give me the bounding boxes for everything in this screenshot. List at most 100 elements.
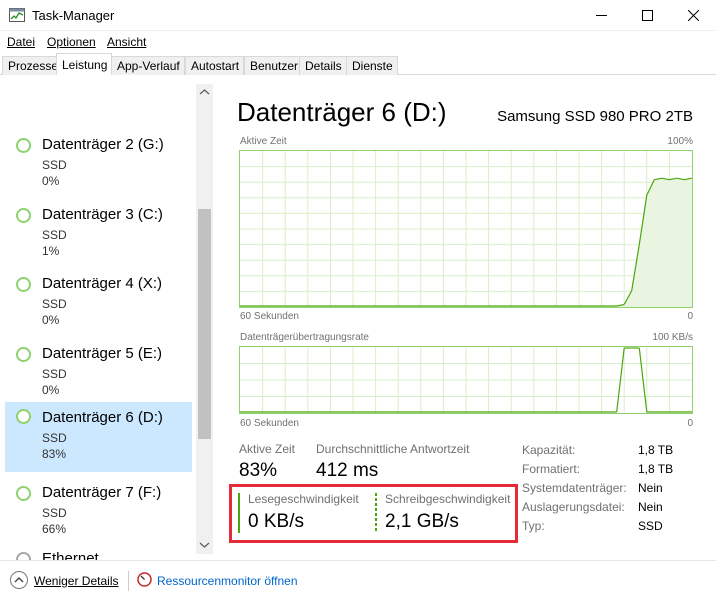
response-time-label: Durchschnittliche Antwortzeit (316, 442, 470, 456)
minimize-button[interactable] (578, 0, 624, 31)
chart2-time-label: 60 Sekunden (240, 418, 299, 429)
tab-benutzer[interactable]: Benutzer (244, 56, 304, 75)
sidebar-item-type: SSD (42, 228, 67, 242)
sidebar-item-name: Ethernet (42, 550, 99, 560)
write-indicator-line (375, 493, 377, 533)
footer-bar: Weniger Details Ressourcenmonitor öffnen (0, 560, 716, 603)
close-button[interactable] (670, 0, 716, 31)
active-time-value: 83% (239, 460, 278, 481)
sidebar-item-value: 83% (42, 447, 67, 461)
type-value: SSD (638, 519, 663, 533)
sidebar-item-disk-6[interactable]: Datenträger 6 (D:) SSD 83% (5, 402, 192, 472)
response-time-value: 412 ms (316, 460, 379, 481)
disk-status-icon (16, 208, 31, 223)
chart1-max-label: 100% (667, 136, 693, 147)
sidebar-item-disk-3[interactable]: Datenträger 3 (C:) SSD 1% (5, 200, 192, 270)
sidebar-item-type: SSD (42, 431, 67, 445)
active-time-chart-svg (240, 151, 692, 307)
speed-highlight-box: Lesegeschwindigkeit 0 KB/s Schreibgeschw… (229, 484, 518, 543)
sidebar-item-disk-1[interactable]: SSD (5, 75, 192, 97)
sidebar-item-value: 0% (42, 383, 60, 397)
chart1-min-label: 0 (687, 311, 693, 322)
sidebar-scrollbar[interactable] (196, 84, 213, 554)
disk-status-icon (16, 347, 31, 362)
sidebar-item-name: Datenträger 5 (E:) (42, 345, 163, 362)
tab-bar: Prozesse Leistung App-Verlauf Autostart … (0, 53, 716, 76)
active-time-label: Aktive Zeit (239, 442, 296, 456)
sidebar-item-value: 0% (42, 174, 60, 188)
menu-ansicht[interactable]: Ansicht (107, 35, 146, 49)
sidebar-item-type: SSD (42, 367, 67, 381)
window-title: Task-Manager (32, 8, 115, 23)
disk-status-icon (16, 138, 31, 153)
active-time-chart (239, 150, 693, 308)
fewer-details-link[interactable]: Weniger Details (34, 574, 118, 588)
chart1-label: Aktive Zeit (240, 136, 287, 147)
disk-status-icon (16, 409, 31, 424)
chart2-max-label: 100 KB/s (652, 332, 693, 343)
sidebar-item-ethernet[interactable]: Ethernet (5, 544, 192, 560)
type-label: Typ: (522, 519, 545, 533)
write-speed-value: 2,1 GB/s (385, 511, 459, 532)
read-speed-value: 0 KB/s (248, 511, 304, 532)
formatted-label: Formatiert: (522, 462, 581, 476)
sidebar-item-disk-7[interactable]: Datenträger 7 (F:) SSD 66% (5, 478, 192, 548)
page-file-label: Auslagerungsdatei: (522, 500, 625, 514)
fewer-details-button[interactable] (10, 571, 28, 589)
transfer-rate-chart (239, 346, 693, 414)
read-indicator-line (238, 493, 240, 533)
sidebar-item-name: Datenträger 4 (X:) (42, 275, 163, 292)
system-disk-label: Systemdatenträger: (522, 481, 627, 495)
tab-prozesse[interactable]: Prozesse (2, 56, 64, 75)
read-speed-label: Lesegeschwindigkeit (248, 492, 359, 506)
resource-monitor-link[interactable]: Ressourcenmonitor öffnen (157, 574, 298, 588)
disk-status-icon (16, 486, 31, 501)
maximize-icon (641, 10, 653, 21)
write-speed-label: Schreibgeschwindigkeit (385, 492, 511, 506)
ethernet-status-icon (16, 552, 31, 560)
capacity-label: Kapazität: (522, 443, 576, 457)
formatted-value: 1,8 TB (638, 462, 674, 476)
sidebar-item-name: Datenträger 2 (G:) (42, 136, 164, 153)
tab-app-verlauf[interactable]: App-Verlauf (111, 56, 185, 75)
title-bar: Task-Manager (0, 0, 716, 31)
scroll-up-icon[interactable] (199, 87, 210, 98)
sidebar-item-disk-2[interactable]: Datenträger 2 (G:) SSD 0% (5, 130, 192, 200)
sidebar-item-value: 1% (42, 244, 60, 258)
sidebar-item-value: 0% (42, 313, 60, 327)
chart2-label: Datenträgerübertragungsrate (240, 332, 369, 343)
menu-optionen[interactable]: Optionen (47, 35, 96, 49)
sidebar-item-name: Datenträger 7 (F:) (42, 484, 162, 501)
sidebar-item-disk-5[interactable]: Datenträger 5 (E:) SSD 0% (5, 339, 192, 409)
sidebar-item-type: SSD (42, 506, 67, 520)
disk-detail-panel: Datenträger 6 (D:) Samsung SSD 980 PRO 2… (214, 75, 716, 560)
tab-leistung[interactable]: Leistung (56, 53, 113, 76)
sidebar-item-value: 66% (42, 522, 67, 536)
chart2-min-label: 0 (687, 418, 693, 429)
task-manager-icon (9, 8, 25, 22)
scroll-down-icon[interactable] (199, 539, 210, 550)
tab-autostart[interactable]: Autostart (185, 56, 245, 75)
sidebar-item-disk-4[interactable]: Datenträger 4 (X:) SSD 0% (5, 269, 192, 339)
sidebar-item-name: Datenträger 6 (D:) (42, 409, 163, 426)
minimize-icon (595, 15, 607, 16)
disk-model: Samsung SSD 980 PRO 2TB (497, 108, 693, 125)
page-file-value: Nein (638, 500, 663, 514)
menu-datei[interactable]: Datei (7, 35, 35, 49)
close-icon (687, 10, 699, 21)
sidebar-item-type: SSD (42, 158, 67, 172)
scroll-thumb[interactable] (198, 209, 211, 439)
disk-status-icon (16, 277, 31, 292)
footer-divider (128, 571, 129, 591)
disk-title: Datenträger 6 (D:) (237, 97, 447, 127)
performance-sidebar: SSD Datenträger 2 (G:) SSD 0% Datenträge… (0, 75, 214, 560)
sidebar-item-name: Datenträger 3 (C:) (42, 206, 163, 223)
menu-bar: Datei Optionen Ansicht (0, 31, 716, 53)
chevron-up-icon (14, 577, 24, 583)
maximize-button[interactable] (624, 0, 670, 31)
tab-details[interactable]: Details (299, 56, 347, 75)
chart1-time-label: 60 Sekunden (240, 311, 299, 322)
system-disk-value: Nein (638, 481, 663, 495)
resource-monitor-icon[interactable] (137, 572, 152, 587)
tab-dienste[interactable]: Dienste (346, 56, 398, 75)
